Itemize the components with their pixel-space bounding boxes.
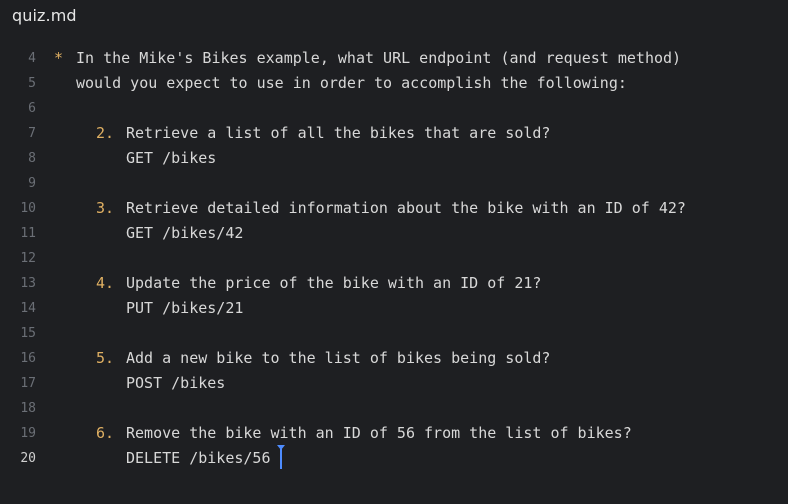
line-number: 20 [20, 451, 36, 466]
question-text: Add a new bike to the list of bikes bein… [126, 349, 551, 367]
editor-line[interactable]: 14 PUT /bikes/21 [0, 296, 788, 321]
line-number: 13 [20, 276, 36, 291]
editor-line[interactable]: 7 2. Retrieve a list of all the bikes that… [0, 121, 788, 146]
editor-line[interactable]: 8 GET /bikes [0, 146, 788, 171]
list-number: 6. [96, 424, 115, 442]
answer-text: GET /bikes [126, 149, 217, 167]
title-bar: quiz.md [0, 0, 788, 34]
file-tab-title[interactable]: quiz.md [12, 6, 77, 25]
editor-line[interactable]: 20 DELETE /bikes/56 [0, 446, 788, 471]
line-number: 6 [28, 101, 36, 116]
intro-text: would you expect to use in order to acco… [76, 74, 627, 92]
editor-line[interactable]: 15 [0, 321, 788, 346]
question-text: Retrieve a list of all the bikes that ar… [126, 124, 551, 142]
editor-line[interactable]: 9 [0, 171, 788, 196]
editor-line[interactable]: 4 * In the Mike's Bikes example, what URL … [0, 46, 788, 71]
editor-line[interactable]: 18 [0, 396, 788, 421]
line-number: 8 [28, 151, 36, 166]
question-text: Remove the bike with an ID of 56 from th… [126, 424, 632, 442]
list-bullet: * [54, 49, 64, 67]
answer-text: PUT /bikes/21 [126, 299, 244, 317]
list-number: 5. [96, 349, 115, 367]
line-number: 4 [28, 51, 36, 66]
line-number: 7 [28, 126, 36, 141]
line-number: 18 [20, 401, 36, 416]
editor-line[interactable]: 5 would you expect to use in order to acc… [0, 71, 788, 96]
line-number: 15 [20, 326, 36, 341]
editor-line[interactable]: 10 3. Retrieve detailed information about … [0, 196, 788, 221]
question-text: Retrieve detailed information about the … [126, 199, 686, 217]
editor-line[interactable]: 16 5. Add a new bike to the list of bikes … [0, 346, 788, 371]
editor-line[interactable]: 12 [0, 246, 788, 271]
answer-text: GET /bikes/42 [126, 224, 244, 242]
answer-text: POST /bikes [126, 374, 226, 392]
editor-line[interactable]: 17 POST /bikes [0, 371, 788, 396]
code-editor[interactable]: 4 * In the Mike's Bikes example, what URL … [0, 46, 788, 496]
editor-line[interactable]: 19 6. Remove the bike with an ID of 56 fro… [0, 421, 788, 446]
intro-text: In the Mike's Bikes example, what URL en… [76, 49, 682, 67]
question-text: Update the price of the bike with an ID … [126, 274, 542, 292]
text-caret [280, 449, 282, 469]
editor-line[interactable]: 11 GET /bikes/42 [0, 221, 788, 246]
line-number: 16 [20, 351, 36, 366]
line-number: 17 [20, 376, 36, 391]
line-number: 5 [28, 76, 36, 91]
editor-line[interactable]: 13 4. Update the price of the bike with an… [0, 271, 788, 296]
list-number: 4. [96, 274, 115, 292]
line-number: 12 [20, 251, 36, 266]
list-number: 3. [96, 199, 115, 217]
line-number: 19 [20, 426, 36, 441]
list-number: 2. [96, 124, 115, 142]
answer-text: DELETE /bikes/56 [126, 449, 271, 467]
line-number: 10 [20, 201, 36, 216]
line-number: 11 [20, 226, 36, 241]
line-number: 9 [28, 176, 36, 191]
editor-line[interactable]: 6 [0, 96, 788, 121]
line-number: 14 [20, 301, 36, 316]
